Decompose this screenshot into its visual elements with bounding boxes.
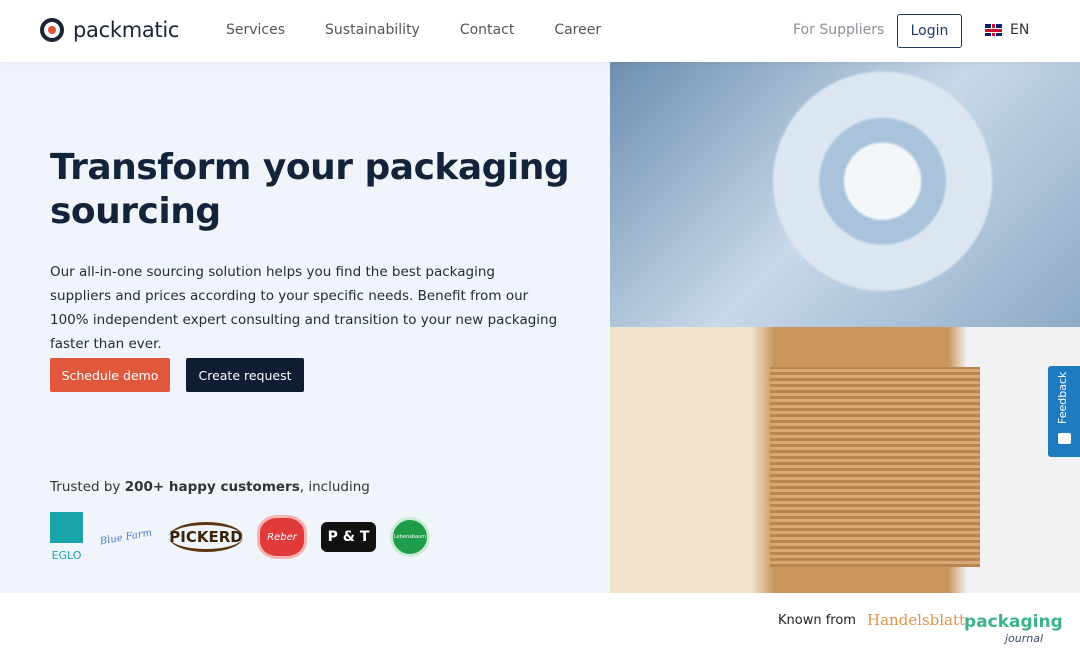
packaging-journal-logo: packaging <box>964 612 1063 632</box>
uk-flag-icon <box>985 24 1002 36</box>
handelsblatt-logo: Handelsblatt <box>867 611 966 629</box>
cardboard-stack-image <box>610 327 1080 593</box>
logo-lebensbaum: Lebensbaum <box>390 517 430 557</box>
customer-logos: EGLO Blue Farm PICKERD Reber P & T Leben… <box>50 512 430 562</box>
nav-career[interactable]: Career <box>554 22 601 38</box>
nav-sustainability[interactable]: Sustainability <box>325 22 420 38</box>
logo-pickerd: PICKERD <box>169 522 243 552</box>
logo-blue-farm: Blue Farm <box>99 527 153 547</box>
nav-services[interactable]: Services <box>226 22 285 38</box>
for-suppliers-link[interactable]: For Suppliers <box>793 22 884 38</box>
language-selector[interactable]: EN <box>985 22 1029 38</box>
trusted-text: Trusted by 200+ happy customers, includi… <box>50 479 370 495</box>
schedule-demo-button[interactable]: Schedule demo <box>50 358 170 392</box>
known-from-label: Known from <box>778 613 856 628</box>
hero-title: Transform your packaging sourcing <box>50 147 570 232</box>
feedback-icon <box>1058 433 1071 444</box>
main-menu: Services Sustainability Contact Career <box>226 22 601 38</box>
logo-reber: Reber <box>257 515 307 559</box>
top-nav: packmatic Services Sustainability Contac… <box>0 0 1080 62</box>
nav-contact[interactable]: Contact <box>460 22 514 38</box>
create-request-button[interactable]: Create request <box>186 358 304 392</box>
packaging-journal-logo-sub: journal <box>1005 632 1044 645</box>
logo-eglo: EGLO <box>50 512 83 562</box>
logo-pt: P & T <box>321 522 376 552</box>
login-button[interactable]: Login <box>897 14 962 48</box>
logo-icon <box>40 18 64 42</box>
hero-description: Our all-in-one sourcing solution helps y… <box>50 264 558 352</box>
brand-logo[interactable]: packmatic <box>40 18 179 42</box>
feedback-tab[interactable]: Feedback <box>1048 366 1080 457</box>
machinery-image <box>610 62 1080 327</box>
